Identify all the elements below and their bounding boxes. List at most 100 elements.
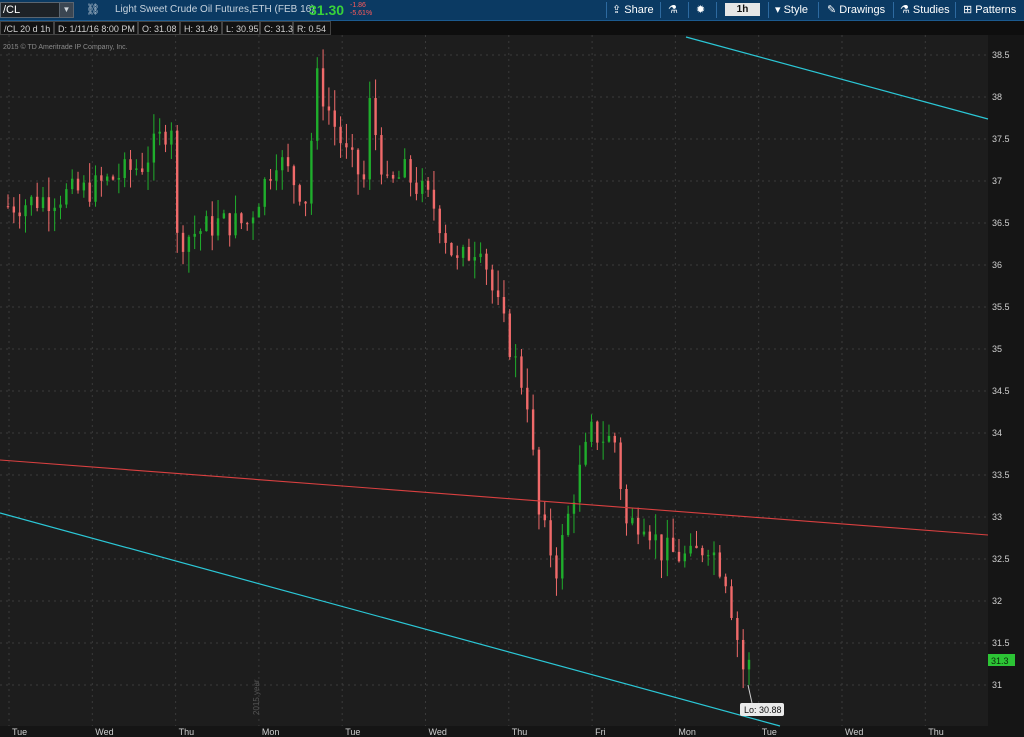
change-value: -1.86	[350, 2, 366, 9]
y-tick-label: 38.5	[992, 50, 1010, 60]
last-price-tag-text: 31.3	[991, 656, 1009, 666]
y-tick-label: 35.5	[992, 302, 1010, 312]
candle-body	[158, 131, 161, 134]
candle-body	[683, 553, 687, 562]
candle-body	[35, 196, 39, 208]
candle-body	[362, 174, 366, 180]
candle-body	[421, 180, 424, 194]
candle-body	[30, 196, 33, 206]
chevron-down-icon[interactable]: ▼	[59, 3, 73, 17]
y-tick-label: 32.5	[992, 554, 1010, 564]
candle-body	[415, 182, 418, 194]
style-label: Style	[783, 4, 809, 16]
candle-body	[94, 175, 97, 202]
patterns-label: Patterns	[975, 4, 1017, 16]
candle-body	[281, 157, 284, 171]
candle-body	[65, 189, 68, 205]
y-tick-label: 36.5	[992, 218, 1010, 228]
candle-body	[351, 147, 354, 150]
gear-icon[interactable]: ✹	[696, 0, 705, 20]
flask-icon: ⚗	[900, 4, 913, 16]
candle-body	[333, 110, 336, 127]
candle-body	[316, 68, 319, 141]
candle-body	[170, 130, 173, 145]
patterns-button[interactable]: ⊞ Patterns	[963, 0, 1016, 20]
candle-body	[508, 313, 511, 357]
candle-body	[368, 98, 371, 180]
symbol-input[interactable]: /CL ▼	[0, 2, 74, 18]
candle-body	[473, 257, 476, 261]
studies-button[interactable]: ⚗ Studies	[900, 0, 950, 20]
candle-body	[677, 551, 681, 562]
candle-body	[246, 223, 249, 225]
candle-body	[146, 162, 150, 172]
timeframe-selector[interactable]: 1h	[725, 3, 760, 16]
candle-body	[18, 212, 21, 217]
candle-body	[53, 207, 56, 212]
share-button[interactable]: ⇪ Share	[612, 0, 654, 20]
candle-body	[561, 535, 564, 579]
candle-body	[397, 177, 401, 179]
candle-body	[222, 213, 226, 219]
candle-body	[374, 98, 377, 136]
candle-body	[502, 297, 506, 314]
candle-body	[234, 213, 237, 236]
x-tick-label: Wed	[95, 727, 113, 737]
flask-icon[interactable]: ⚗	[668, 0, 678, 20]
style-button[interactable]: ▾ Style	[775, 0, 808, 20]
candle-body	[549, 520, 552, 556]
y-tick-label: 34	[992, 428, 1002, 438]
candle-body	[386, 174, 389, 176]
y-tick-label: 32	[992, 596, 1002, 606]
candle-body	[164, 131, 167, 145]
date-value: D: 1/11/16 8:00 PM	[54, 21, 138, 35]
candle-body	[654, 534, 657, 541]
candle-body	[140, 168, 144, 172]
candle-body	[491, 269, 494, 291]
candle-body	[479, 253, 482, 258]
y-tick-label: 33.5	[992, 470, 1010, 480]
candle-body	[88, 182, 91, 202]
candle-body	[706, 555, 710, 557]
y-tick-label: 35	[992, 344, 1002, 354]
drawings-label: Drawings	[839, 4, 886, 16]
open-value: O: 31.08	[138, 21, 180, 35]
candle-body	[251, 217, 255, 224]
symbol-description: Light Sweet Crude Oil Futures,ETH (FEB 1…	[115, 4, 315, 15]
candle-body	[450, 242, 453, 256]
candle-body	[228, 213, 231, 236]
y-tick-label: 34.5	[992, 386, 1010, 396]
candle-body	[275, 170, 278, 181]
candle-body	[642, 531, 646, 535]
study-label: /CL 20 d 1h	[0, 21, 54, 35]
candle-body	[520, 356, 523, 388]
last-price-tag: 31.3	[988, 654, 1015, 666]
candle-body	[356, 149, 360, 175]
candle-body	[345, 143, 348, 148]
candle-body	[111, 176, 115, 180]
pencil-icon: ✎	[827, 4, 840, 16]
candle-body	[426, 180, 430, 190]
candle-body	[76, 178, 80, 191]
candle-body	[70, 178, 74, 190]
share-icon: ⇪	[612, 4, 625, 16]
candle-body	[257, 206, 261, 218]
close-value: C: 31.3	[260, 21, 293, 35]
candle-body	[718, 552, 722, 577]
candle-body	[403, 159, 406, 178]
last-price: 31.30	[309, 2, 345, 18]
candle-body	[12, 206, 16, 213]
price-chart[interactable]: 38.5 38 37.5 37 36.5 36 35.5 35 34.5 34 33.5 33 32.5…	[0, 35, 1024, 737]
candle-body	[619, 442, 622, 490]
symbol-value: /CL	[3, 4, 21, 16]
x-tick-label: Wed	[429, 727, 447, 737]
x-tick-label: Thu	[179, 727, 195, 737]
candle-body	[105, 176, 109, 181]
drawings-button[interactable]: ✎ Drawings	[827, 0, 885, 20]
y-tick-label: 36	[992, 260, 1002, 270]
candle-body	[409, 159, 412, 183]
candle-body	[566, 513, 570, 536]
candle-body	[193, 233, 196, 237]
candle-body	[666, 537, 669, 561]
link-icon[interactable]: ⛓	[86, 0, 100, 20]
